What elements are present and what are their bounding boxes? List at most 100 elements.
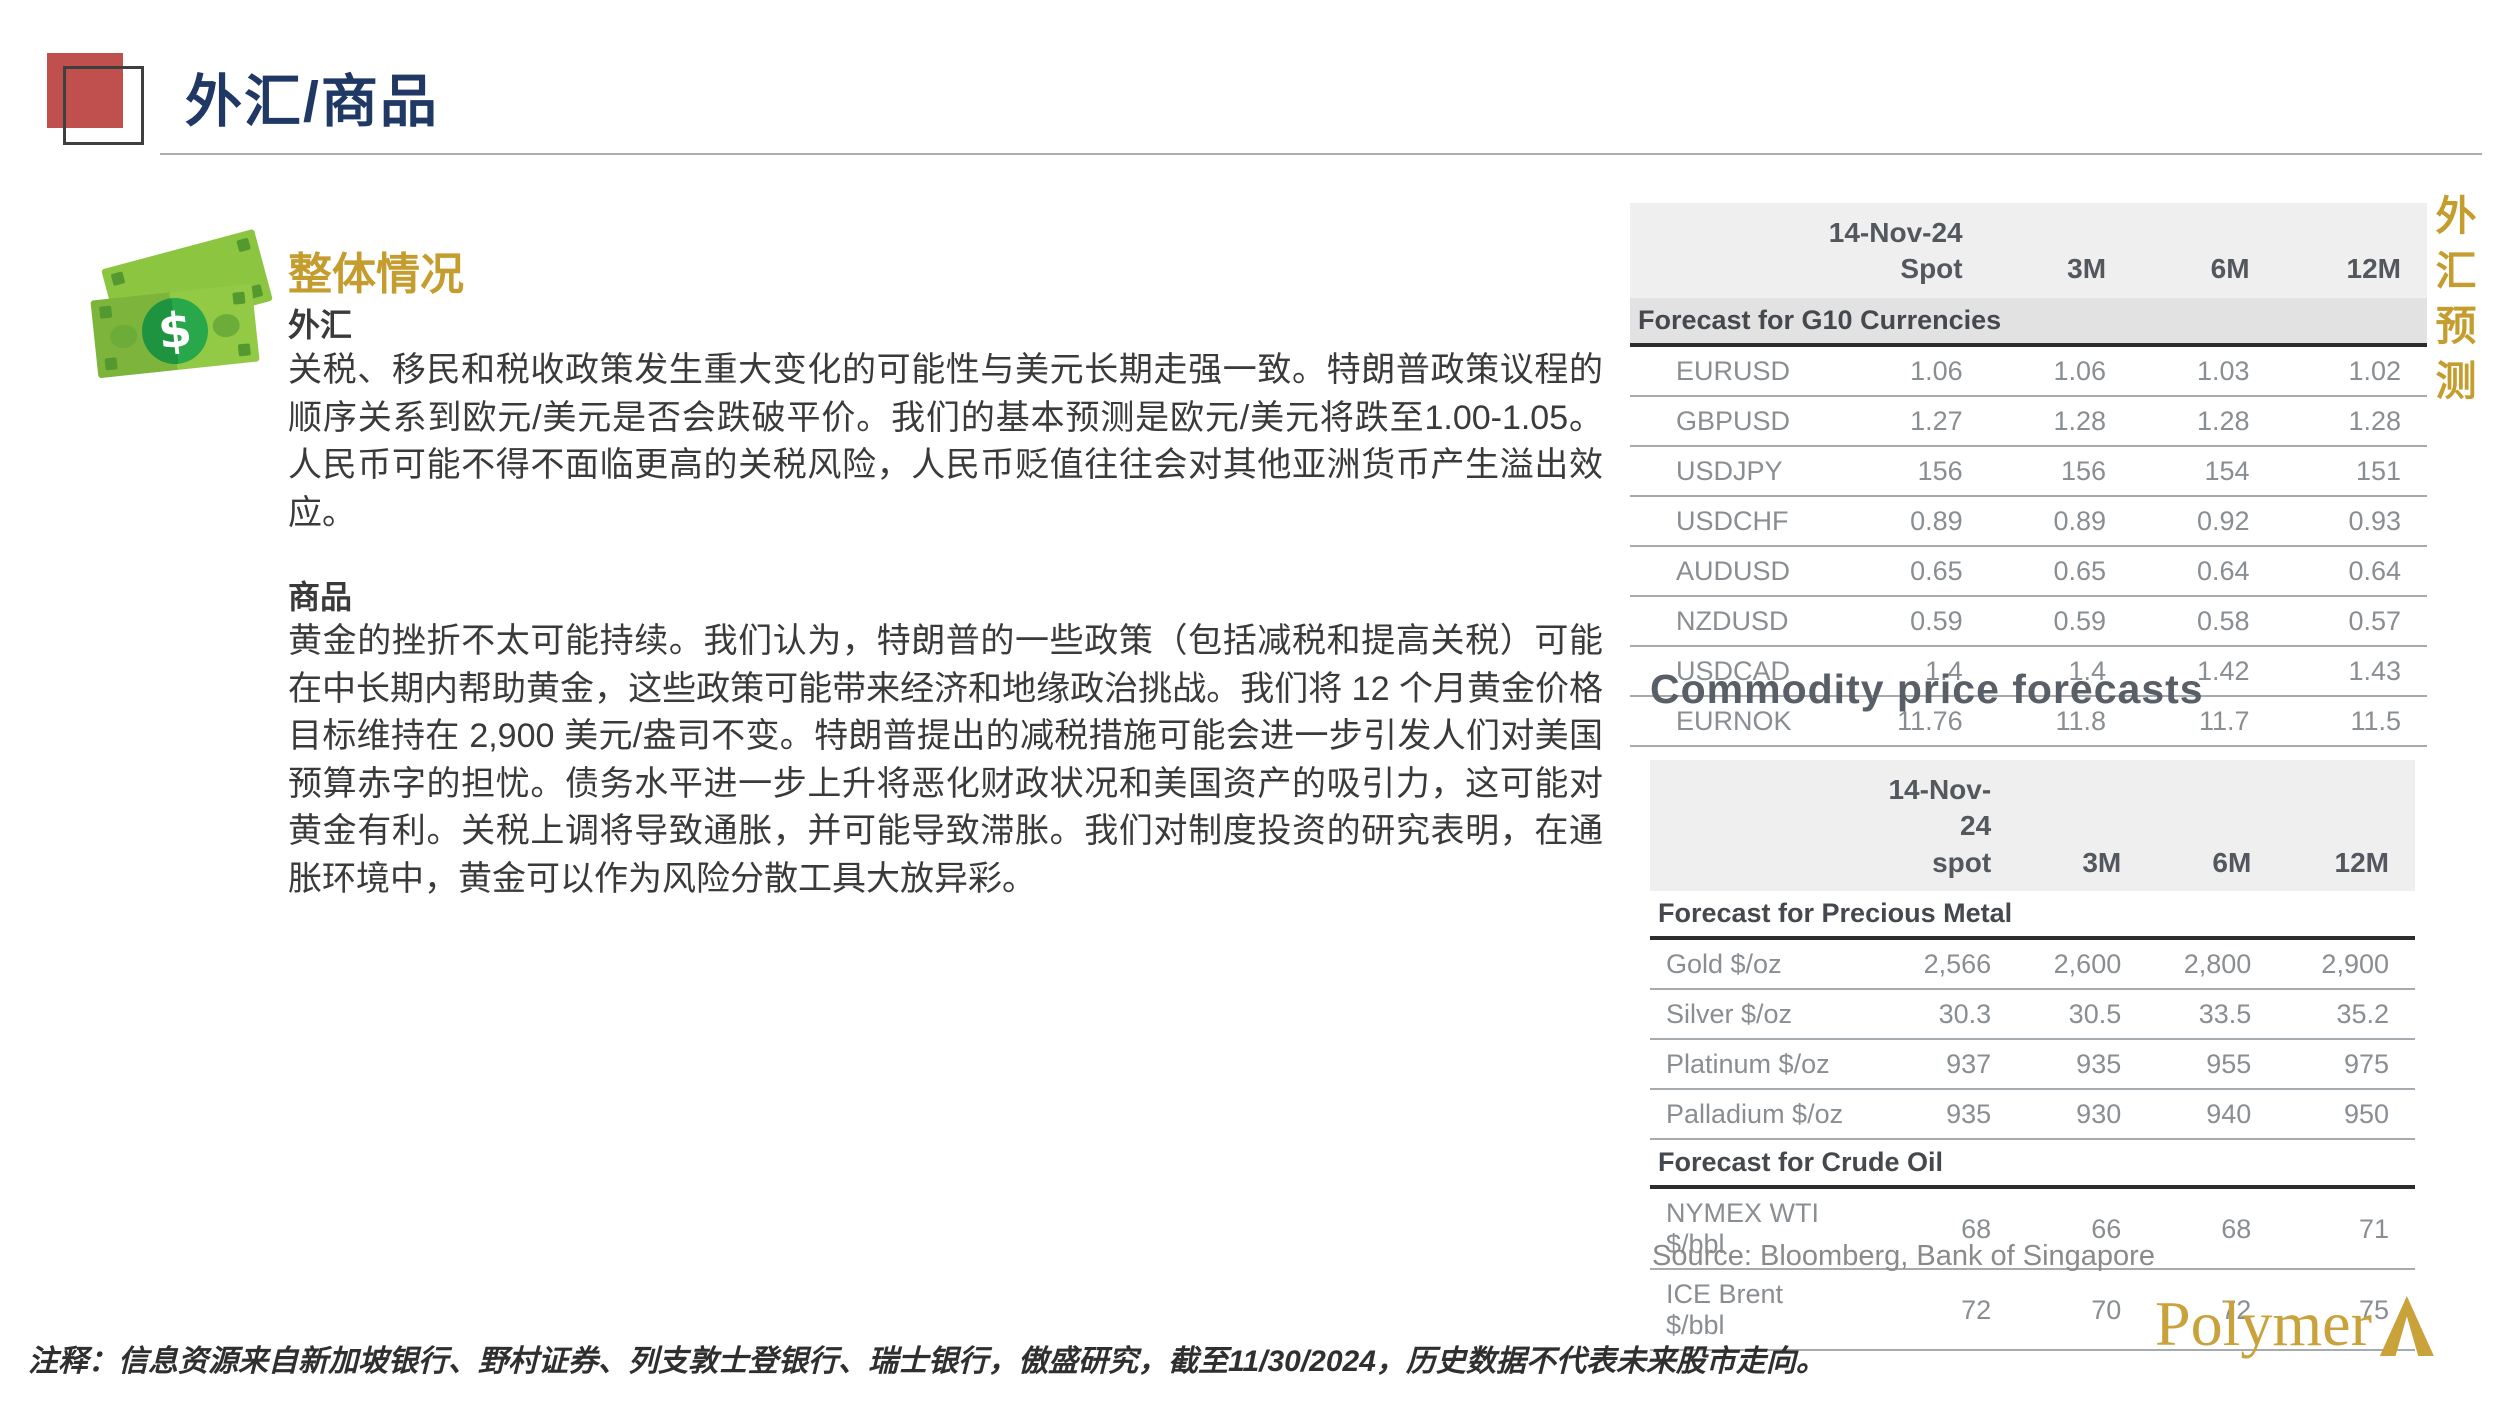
3m-value: 70: [2017, 1269, 2147, 1350]
3m-value: 0.89: [1989, 496, 2132, 546]
3m-value: 935: [2017, 1039, 2147, 1089]
table-row: Silver $/oz 30.3 30.5 33.5 35.2: [1650, 989, 2415, 1039]
12m-value: 35.2: [2277, 989, 2415, 1039]
commodity-label: Gold $/oz: [1650, 938, 1872, 989]
commodity-table-spot-header: 14-Nov-24 spot: [1872, 760, 2017, 891]
fx-table-3m-header: 3M: [1989, 203, 2132, 298]
crude-oil-section-row: Forecast for Crude Oil: [1650, 1139, 2415, 1187]
3m-value: 0.65: [1989, 546, 2132, 596]
table-row: AUDUSD 0.65 0.65 0.64 0.64: [1630, 546, 2427, 596]
spot-value: 935: [1872, 1089, 2017, 1139]
table-row: Palladium $/oz 935 930 940 950: [1650, 1089, 2415, 1139]
source-attribution: Source: Bloomberg, Bank of Singapore: [1652, 1240, 2155, 1273]
bill-side-dot: [109, 324, 138, 350]
6m-value: 154: [2132, 446, 2275, 496]
6m-value: 2,800: [2147, 938, 2277, 989]
commodity-table-12m-header: 12M: [2277, 760, 2415, 891]
currency-pair-label: GBPUSD: [1630, 396, 1821, 446]
6m-value: 1.28: [2132, 396, 2275, 446]
12m-value: 151: [2276, 446, 2427, 496]
6m-value: 0.58: [2132, 596, 2275, 646]
spot-value: 0.65: [1821, 546, 1988, 596]
commodity-table-6m-header: 6M: [2147, 760, 2277, 891]
12m-value: 71: [2277, 1187, 2415, 1269]
12m-value: 975: [2277, 1039, 2415, 1089]
6m-value: 0.64: [2132, 546, 2275, 596]
dollar-sign-icon: $: [139, 295, 212, 368]
bill-side-dot: [212, 313, 241, 339]
spot-value: 937: [1872, 1039, 2017, 1089]
bill-corner-mark: [99, 306, 112, 319]
fx-paragraph: 关税、移民和税收政策发生重大变化的可能性与美元长期走强一致。特朗普政策议程的顺序…: [288, 347, 1603, 537]
polymer-logo: Polymer: [2155, 1292, 2434, 1356]
3m-value: 30.5: [2017, 989, 2147, 1039]
currency-pair-label: NZDUSD: [1630, 596, 1821, 646]
fx-table-corner-cell: [1630, 203, 1821, 298]
commodity-label: Silver $/oz: [1650, 989, 1872, 1039]
dollar-bill-front: $: [90, 284, 259, 379]
overview-heading: 整体情况: [288, 238, 464, 302]
precious-metal-rows: Gold $/oz 2,566 2,600 2,800 2,900 Silver…: [1650, 938, 2415, 1139]
commodity-paragraph: 黄金的挫折不太可能持续。我们认为，特朗普的一些政策（包括减税和提高关税）可能在中…: [288, 618, 1603, 904]
table-row: Platinum $/oz 937 935 955 975: [1650, 1039, 2415, 1089]
side-label-fx-forecast: 外汇预测: [2422, 194, 2482, 414]
spot-value: 1.06: [1821, 345, 1988, 396]
12m-value: 2,900: [2277, 938, 2415, 989]
commodity-table-title: Commodity price forecasts: [1650, 666, 2204, 713]
6m-value: 955: [2147, 1039, 2277, 1089]
fx-table-spot-label: Spot: [1821, 251, 1962, 287]
commodity-label: Palladium $/oz: [1650, 1089, 1872, 1139]
commodity-table-corner-cell: [1650, 760, 1872, 891]
polymer-logo-triangle-icon: [2380, 1296, 2434, 1356]
bill-corner-mark: [238, 343, 251, 356]
fx-table-section-label: Forecast for G10 Currencies: [1630, 298, 2427, 345]
6m-value: 1.03: [2132, 345, 2275, 396]
fx-table-date-label: 14-Nov-24: [1821, 215, 1962, 251]
bill-corner-mark: [232, 292, 245, 305]
3m-value: 2,600: [2017, 938, 2147, 989]
12m-value: 0.64: [2276, 546, 2427, 596]
money-bills-icon: $: [92, 246, 270, 394]
table-row: GBPUSD 1.27 1.28 1.28 1.28: [1630, 396, 2427, 446]
fx-table-header-row: 14-Nov-24 Spot 3M 6M 12M: [1630, 203, 2427, 298]
fx-table-6m-header: 6M: [2132, 203, 2275, 298]
fx-table-spot-header: 14-Nov-24 Spot: [1821, 203, 1988, 298]
12m-value: 0.57: [2276, 596, 2427, 646]
table-row: EURUSD 1.06 1.06 1.03 1.02: [1630, 345, 2427, 396]
12m-value: 1.43: [2276, 646, 2427, 696]
3m-value: 156: [1989, 446, 2132, 496]
spot-value: 1.27: [1821, 396, 1988, 446]
12m-value: 950: [2277, 1089, 2415, 1139]
12m-value: 1.02: [2276, 345, 2427, 396]
6m-value: 940: [2147, 1089, 2277, 1139]
currency-pair-label: USDCHF: [1630, 496, 1821, 546]
3m-value: 1.28: [1989, 396, 2132, 446]
bill-corner-mark: [236, 238, 251, 253]
6m-value: 0.92: [2132, 496, 2275, 546]
table-row: NZDUSD 0.59 0.59 0.58 0.57: [1630, 596, 2427, 646]
crude-oil-section-label: Forecast for Crude Oil: [1650, 1139, 2415, 1187]
bill-corner-mark: [104, 357, 117, 370]
6m-value: 68: [2147, 1187, 2277, 1269]
commodity-table-spot-label: spot: [1872, 845, 1991, 881]
fx-subheading: 外汇: [288, 300, 352, 346]
12m-value: 11.5: [2276, 696, 2427, 746]
spot-value: 156: [1821, 446, 1988, 496]
commodity-table-date-label: 14-Nov-24: [1872, 772, 1991, 845]
3m-value: 930: [2017, 1089, 2147, 1139]
spot-value: 30.3: [1872, 989, 2017, 1039]
table-row: USDJPY 156 156 154 151: [1630, 446, 2427, 496]
commodity-label: Platinum $/oz: [1650, 1039, 1872, 1089]
outline-square-decoration: [63, 66, 144, 145]
bill-corner-mark: [111, 271, 126, 286]
fx-table-12m-header: 12M: [2276, 203, 2427, 298]
currency-pair-label: AUDUSD: [1630, 546, 1821, 596]
footnote: 注释：信息资源来自新加坡银行、野村证券、列支敦士登银行、瑞士银行，傲盛研究，截至…: [28, 1336, 1826, 1380]
spot-value: 0.89: [1821, 496, 1988, 546]
commodity-table-header-row: 14-Nov-24 spot 3M 6M 12M: [1650, 760, 2415, 891]
12m-value: 0.93: [2276, 496, 2427, 546]
commodity-subheading: 商品: [288, 572, 352, 618]
12m-value: 1.28: [2276, 396, 2427, 446]
currency-pair-label: EURUSD: [1630, 345, 1821, 396]
spot-value: 72: [1872, 1269, 2017, 1350]
